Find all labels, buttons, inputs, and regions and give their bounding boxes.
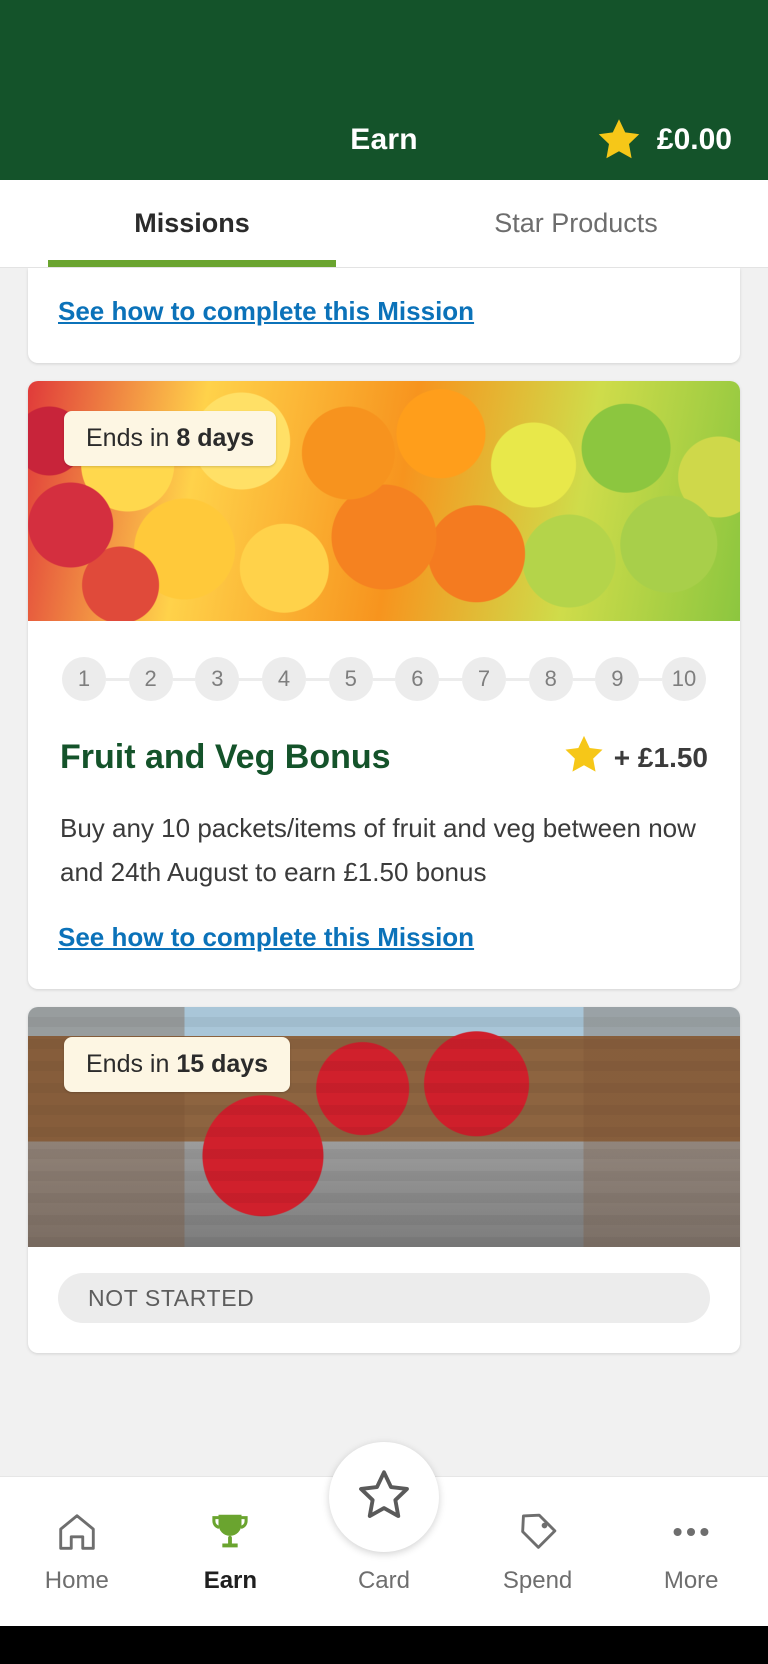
step-dot: 1 [62, 657, 106, 701]
step-dot: 5 [328, 657, 373, 701]
nav-item-spend[interactable]: Spend [461, 1477, 615, 1626]
mission-card-fruit-and-veg[interactable]: Ends in 8 days 1 2 3 4 5 6 7 8 9 10 Frui… [28, 381, 740, 990]
mission-title: Fruit and Veg Bonus [60, 738, 391, 776]
nav-item-earn[interactable]: Earn [154, 1477, 308, 1626]
trophy-icon [207, 1509, 253, 1555]
status-badge: NOT STARTED [88, 1284, 255, 1311]
nav-item-card-label: Card [357, 1566, 410, 1594]
ends-in-prefix: Ends in [86, 1050, 177, 1079]
star-filled-icon [595, 116, 643, 164]
tab-missions-label: Missions [134, 208, 250, 238]
step-dot: 4 [262, 657, 307, 701]
step-dot: 3 [195, 657, 240, 701]
star-filled-icon [562, 733, 606, 782]
step-dot: 10 [662, 657, 707, 701]
nav-item-spend-label: Spend [502, 1566, 573, 1594]
mission-card-school-uniform[interactable]: Ends in 15 days NOT STARTED [28, 1007, 740, 1354]
step-dot: 9 [595, 657, 640, 701]
step-connector [372, 677, 396, 681]
step-connector [106, 677, 129, 681]
mission-status-wrap: NOT STARTED [28, 1247, 740, 1353]
nav-item-more-label: More [663, 1566, 719, 1594]
tab-star-products[interactable]: Star Products [384, 180, 768, 267]
nav-item-more[interactable]: More [614, 1477, 768, 1626]
ends-in-prefix: Ends in [86, 424, 177, 452]
step-connector [239, 677, 263, 681]
ends-in-badge: Ends in 15 days [64, 1037, 291, 1093]
see-how-to-complete-link-top[interactable]: See how to complete this Mission [28, 268, 740, 363]
nav-item-home[interactable]: Home [0, 1477, 154, 1626]
home-icon [54, 1509, 100, 1555]
card-fab-button[interactable] [329, 1442, 439, 1552]
home-indicator [0, 1626, 768, 1664]
header-content: Earn £0.00 [0, 100, 768, 180]
mission-progress-steps: 1 2 3 4 5 6 7 8 9 10 [28, 621, 740, 701]
status-progress-bar: NOT STARTED [58, 1273, 710, 1324]
mission-card-partial[interactable]: See how to complete this Mission [28, 268, 740, 363]
mission-reward-amount: + £1.50 [613, 741, 708, 773]
star-outline-icon [355, 1466, 413, 1529]
tab-missions[interactable]: Missions [0, 180, 384, 267]
mission-reward: + £1.50 [562, 733, 708, 782]
step-connector [306, 677, 329, 681]
fruit-and-veg-photo: Ends in 8 days [28, 381, 740, 621]
step-connector [506, 677, 529, 681]
ends-in-badge: Ends in 8 days [64, 411, 277, 466]
mission-header-row: Fruit and Veg Bonus + £1.50 [28, 701, 740, 782]
step-connector [439, 677, 463, 681]
tag-icon [515, 1509, 561, 1555]
app-header: Earn £0.00 [0, 0, 768, 180]
step-dot: 7 [462, 657, 507, 701]
step-dot: 8 [528, 657, 573, 701]
ends-in-value: 15 days [176, 1050, 269, 1079]
mission-description: Buy any 10 packets/items of fruit and ve… [60, 813, 696, 888]
school-uniform-photo: Ends in 15 days [28, 1007, 740, 1248]
tab-star-products-label: Star Products [494, 208, 658, 238]
nav-item-home-label: Home [44, 1566, 109, 1594]
step-dot: 2 [128, 657, 173, 701]
nav-item-earn-label: Earn [203, 1566, 258, 1594]
step-connector [639, 677, 663, 681]
balance-display[interactable]: £0.00 [595, 116, 732, 164]
step-connector [572, 677, 596, 681]
step-dot: 6 [395, 657, 440, 701]
page-title: Earn [350, 123, 418, 156]
see-how-to-complete-link[interactable]: See how to complete this Mission [28, 894, 740, 989]
balance-amount: £0.00 [656, 123, 732, 156]
ellipsis-icon [668, 1509, 714, 1555]
step-connector [172, 677, 196, 681]
tab-bar: Missions Star Products [0, 180, 768, 268]
ends-in-value: 8 days [176, 424, 255, 452]
